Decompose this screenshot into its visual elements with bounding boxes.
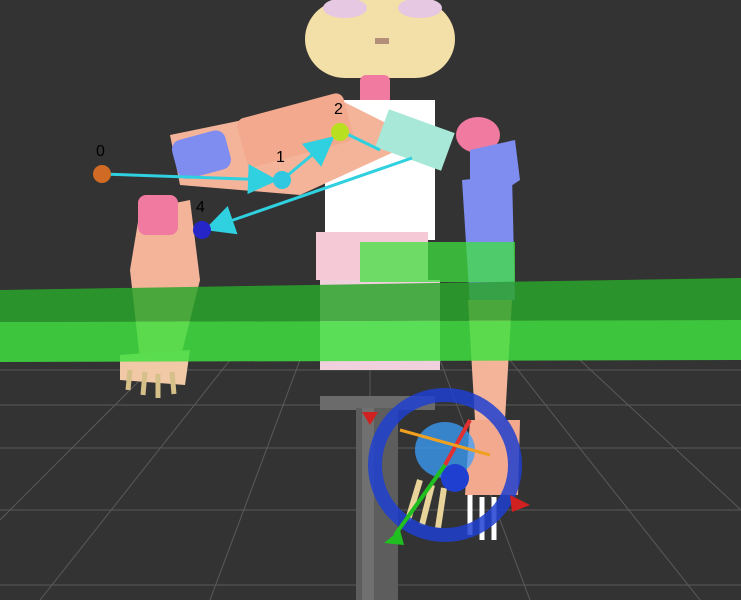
waypoint-marker-icon[interactable] [93,165,111,183]
waypoint-0[interactable]: 0 [93,143,111,183]
waypoint-label: 0 [96,143,105,160]
3d-viewport[interactable]: 0 1 2 4 [0,0,741,600]
scene-canvas[interactable]: 0 1 2 4 [0,0,741,600]
waypoint-marker-icon[interactable] [193,221,211,239]
waypoint-label: 1 [276,149,285,166]
waypoint-label: 2 [334,101,343,118]
robot-head [305,0,455,78]
waypoint-marker-icon[interactable] [273,171,291,189]
axis-arrow-icon[interactable] [510,495,530,512]
waypoint-marker-icon[interactable] [331,123,349,141]
table-surface [0,242,741,362]
waypoint-4[interactable]: 4 [193,199,211,239]
waypoint-label: 4 [196,199,205,216]
